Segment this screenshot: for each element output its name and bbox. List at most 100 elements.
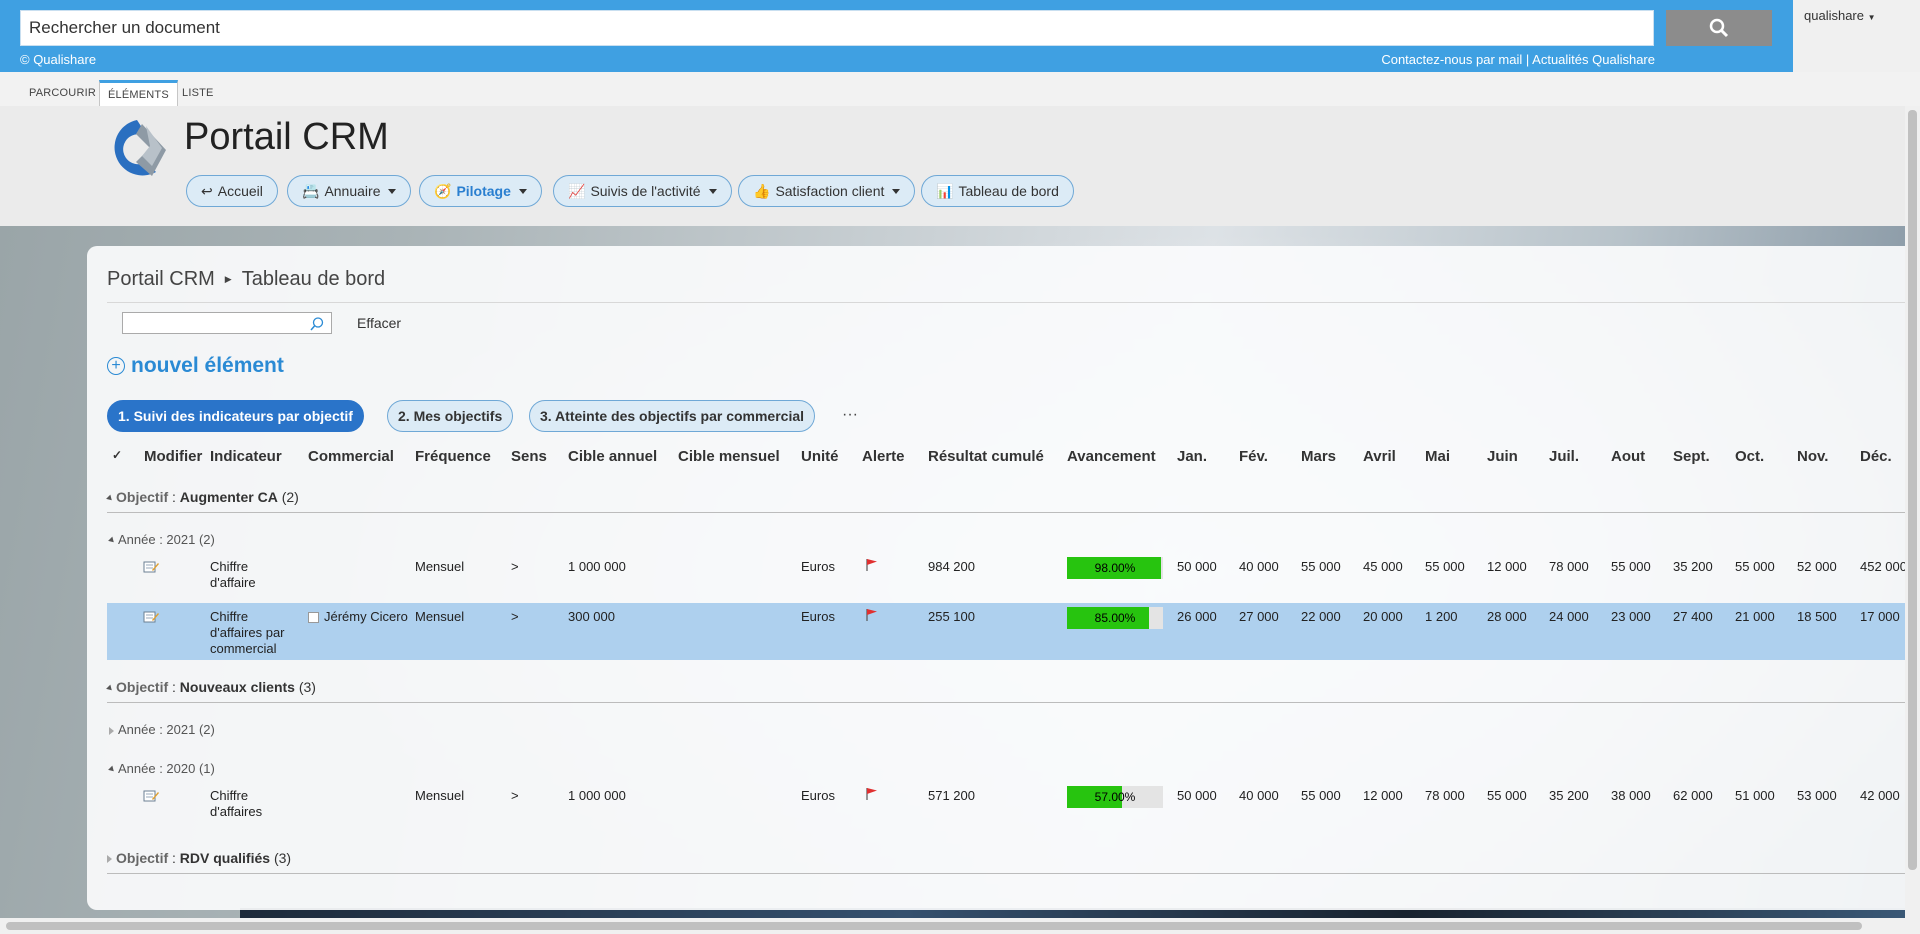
col-header[interactable]: Mars xyxy=(1301,448,1336,465)
col-header[interactable]: Modifier xyxy=(144,448,202,465)
collapse-icon[interactable] xyxy=(108,765,116,774)
view-tab-mes-objectifs[interactable]: 2. Mes objectifs xyxy=(387,400,514,432)
col-header[interactable]: Jan. xyxy=(1177,448,1207,465)
progress-bar: 85.00% xyxy=(1067,607,1163,629)
chevron-down-icon: ▼ xyxy=(1867,13,1876,22)
edit-icon[interactable] xyxy=(143,789,159,803)
search-placeholder: Rechercher un document xyxy=(29,18,220,37)
row-month-value: 55 000 xyxy=(1611,559,1651,574)
col-header[interactable]: Juil. xyxy=(1549,448,1579,465)
col-header[interactable]: Déc. xyxy=(1860,448,1892,465)
nav-label: Annuaire xyxy=(324,183,381,199)
row-indicateur[interactable]: Chiffre d'affaires par commercial xyxy=(210,609,285,657)
group-label: Objectif xyxy=(116,850,169,866)
row-cible-annuel: 1 000 000 xyxy=(568,788,626,803)
col-header[interactable]: Cible annuel xyxy=(568,448,657,465)
top-links: Contactez-nous par mail | Actualités Qua… xyxy=(1381,52,1655,67)
row-indicateur[interactable]: Chiffre d'affaires xyxy=(210,788,262,820)
col-header[interactable]: Sens xyxy=(511,448,547,465)
document-search-input[interactable]: Rechercher un document xyxy=(20,10,1654,46)
nav-suivis-activite[interactable]: 📈 Suivis de l'activité xyxy=(553,175,732,207)
nav-accueil[interactable]: ↩ Accueil xyxy=(186,175,278,207)
subgroup-header[interactable]: Année : 2020 (1) xyxy=(108,761,215,776)
col-header[interactable]: Fév. xyxy=(1239,448,1268,465)
group-header[interactable]: Objectif : Nouveaux clients (3) xyxy=(106,679,316,695)
subgroup-label: Année : 2020 (1) xyxy=(118,761,215,776)
col-header[interactable]: Commercial xyxy=(308,448,394,465)
collapse-icon[interactable] xyxy=(106,684,114,693)
list-filter-input[interactable] xyxy=(122,312,332,334)
edit-icon[interactable] xyxy=(143,610,159,624)
row-resultat: 984 200 xyxy=(928,559,975,574)
red-flag-icon xyxy=(866,609,877,621)
group-header[interactable]: Objectif : Augmenter CA (2) xyxy=(106,489,299,505)
row-cible-annuel: 300 000 xyxy=(568,609,615,624)
group-header[interactable]: Objectif : RDV qualifiés (3) xyxy=(107,850,291,866)
col-header[interactable]: Sept. xyxy=(1673,448,1710,465)
view-tab-atteinte-objectifs[interactable]: 3. Atteinte des objectifs par commercial xyxy=(529,400,816,432)
scroll-thumb[interactable] xyxy=(1908,110,1917,870)
col-header[interactable]: Cible mensuel xyxy=(678,448,780,465)
row-month-value: 51 000 xyxy=(1735,788,1775,803)
nav-satisfaction-client[interactable]: 👍 Satisfaction client xyxy=(738,175,916,207)
col-header[interactable]: Unité xyxy=(801,448,839,465)
col-header[interactable]: Indicateur xyxy=(210,448,282,465)
col-header[interactable]: Aout xyxy=(1611,448,1645,465)
news-link[interactable]: Actualités Qualishare xyxy=(1532,52,1655,67)
nav-annuaire[interactable]: 📇 Annuaire xyxy=(287,175,412,207)
row-month-value: 35 200 xyxy=(1549,788,1589,803)
row-month-value: 27 400 xyxy=(1673,609,1713,624)
row-cible-annuel: 1 000 000 xyxy=(568,559,626,574)
new-item-link[interactable]: + nouvel élément xyxy=(107,354,284,378)
row-month-value: 27 000 xyxy=(1239,609,1279,624)
scroll-thumb[interactable] xyxy=(6,922,1862,930)
breadcrumb-arrow-icon: ▶ xyxy=(224,274,232,285)
row-month-value: 24 000 xyxy=(1549,609,1589,624)
col-header[interactable]: Juin xyxy=(1487,448,1518,465)
expand-icon[interactable] xyxy=(109,726,114,735)
user-menu[interactable]: qualishare ▼ xyxy=(1804,8,1876,23)
plus-circle-icon: + xyxy=(107,357,125,375)
col-header[interactable]: Résultat cumulé xyxy=(928,448,1044,465)
subgroup-header[interactable]: Année : 2021 (2) xyxy=(108,532,215,547)
divider xyxy=(107,512,1905,513)
row-month-value: 28 000 xyxy=(1487,609,1527,624)
col-header[interactable]: Fréquence xyxy=(415,448,491,465)
presence-checkbox[interactable] xyxy=(308,612,319,623)
col-header[interactable]: Avancement xyxy=(1067,448,1156,465)
breadcrumb-root[interactable]: Portail CRM xyxy=(107,268,215,290)
row-month-value: 21 000 xyxy=(1735,609,1775,624)
search-button[interactable] xyxy=(1666,10,1772,46)
tab-parcourir[interactable]: PARCOURIR xyxy=(21,80,104,106)
horizontal-scrollbar[interactable] xyxy=(0,918,1920,934)
col-select-all[interactable]: ✓ xyxy=(112,448,122,462)
col-header[interactable]: Mai xyxy=(1425,448,1450,465)
subgroup-header[interactable]: Année : 2021 (2) xyxy=(109,722,215,737)
more-views-icon[interactable]: ··· xyxy=(842,406,858,424)
vertical-scrollbar[interactable] xyxy=(1905,106,1920,918)
tab-liste[interactable]: LISTE xyxy=(174,80,222,106)
collapse-icon[interactable] xyxy=(108,536,116,545)
row-indicateur[interactable]: Chiffre d'affaire xyxy=(210,559,256,591)
col-header[interactable]: Nov. xyxy=(1797,448,1828,465)
edit-icon[interactable] xyxy=(143,560,159,574)
search-icon[interactable] xyxy=(309,316,325,332)
row-month-value: 18 500 xyxy=(1797,609,1837,624)
caret-down-icon xyxy=(388,188,397,194)
row-commercial[interactable]: Jérémy Cicero xyxy=(324,609,408,624)
nav-pilotage[interactable]: 🧭 Pilotage xyxy=(419,175,542,207)
breadcrumb: Portail CRM ▶ Tableau de bord xyxy=(107,268,385,291)
col-header[interactable]: Avril xyxy=(1363,448,1396,465)
group-value: Nouveaux clients xyxy=(179,679,295,695)
nav-tableau-de-bord[interactable]: 📊 Tableau de bord xyxy=(921,175,1074,207)
red-flag-icon xyxy=(866,788,877,800)
col-header[interactable]: Alerte xyxy=(862,448,905,465)
collapse-icon[interactable] xyxy=(106,494,114,503)
contact-link[interactable]: Contactez-nous par mail xyxy=(1381,52,1522,67)
site-title: Portail CRM xyxy=(184,116,389,158)
col-header[interactable]: Oct. xyxy=(1735,448,1764,465)
expand-icon[interactable] xyxy=(107,855,112,864)
view-tab-suivi-indicateurs[interactable]: 1. Suivi des indicateurs par objectif xyxy=(107,400,364,432)
clear-filter-link[interactable]: Effacer xyxy=(357,315,401,331)
tab-elements[interactable]: ÉLÉMENTS xyxy=(99,80,178,106)
